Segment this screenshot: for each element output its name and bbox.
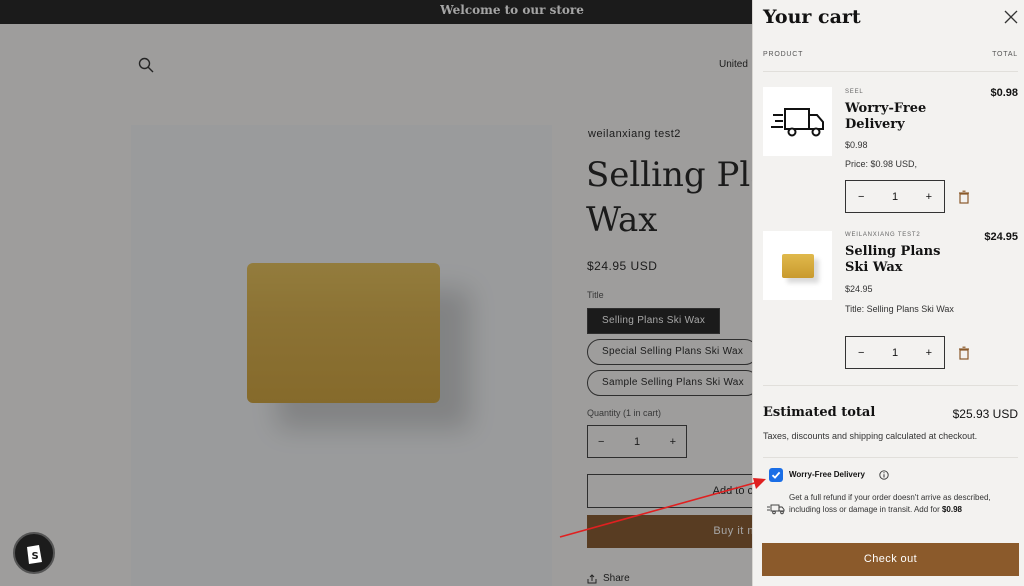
item-vendor: SEEL — [845, 89, 864, 95]
shopify-icon[interactable]: S — [13, 532, 55, 574]
column-header-total: TOTAL — [992, 51, 1018, 58]
quantity-stepper: − 1 + — [845, 180, 945, 213]
item-total: $24.95 — [984, 231, 1018, 243]
estimated-total-label: Estimated total — [763, 405, 876, 420]
divider — [763, 457, 1018, 458]
decrease-button[interactable]: − — [858, 191, 864, 203]
item-thumbnail[interactable] — [763, 87, 832, 156]
estimated-total-value: $25.93 USD — [952, 407, 1018, 421]
checkout-button[interactable]: Check out — [762, 543, 1019, 576]
column-header-product: PRODUCT — [763, 51, 804, 58]
cart-drawer: Your cart PRODUCT TOTAL SEEL Worry-Free … — [752, 0, 1024, 586]
item-detail: Title: Selling Plans Ski Wax — [845, 304, 954, 314]
quantity-stepper: − 1 + — [845, 336, 945, 369]
trash-icon[interactable] — [958, 190, 970, 204]
divider — [763, 385, 1018, 386]
item-thumbnail[interactable] — [763, 231, 832, 300]
quantity-value[interactable]: 1 — [892, 347, 898, 359]
item-name[interactable]: Worry-Free Delivery — [845, 101, 965, 133]
increase-button[interactable]: + — [926, 191, 932, 203]
info-icon[interactable] — [879, 470, 889, 480]
decrease-button[interactable]: − — [858, 347, 864, 359]
trash-icon[interactable] — [958, 346, 970, 360]
svg-text:S: S — [32, 551, 39, 562]
item-price: $24.95 — [845, 284, 873, 294]
delivery-truck-icon — [770, 107, 824, 136]
cart-title: Your cart — [763, 6, 861, 28]
item-price: $0.98 — [845, 140, 868, 150]
close-icon[interactable] — [1002, 8, 1020, 26]
item-vendor: WEILANXIANG TEST2 — [845, 232, 921, 238]
item-total: $0.98 — [990, 87, 1018, 99]
worry-free-delivery-description: Get a full refund if your order doesn't … — [789, 492, 1019, 516]
delivery-truck-icon — [767, 504, 785, 515]
soap-bar-image — [781, 253, 814, 278]
increase-button[interactable]: + — [926, 347, 932, 359]
worry-free-delivery-price: $0.98 — [941, 505, 963, 514]
divider — [763, 71, 1018, 72]
item-detail: Price: $0.98 USD, — [845, 159, 918, 169]
checkmark-icon — [771, 471, 781, 479]
quantity-value[interactable]: 1 — [892, 191, 898, 203]
tax-note: Taxes, discounts and shipping calculated… — [763, 431, 978, 441]
worry-free-delivery-title: Worry-Free Delivery — [789, 470, 865, 479]
worry-free-delivery-checkbox[interactable] — [769, 468, 783, 482]
item-name[interactable]: Selling Plans Ski Wax — [845, 244, 965, 276]
drawer-overlay[interactable] — [0, 0, 752, 586]
